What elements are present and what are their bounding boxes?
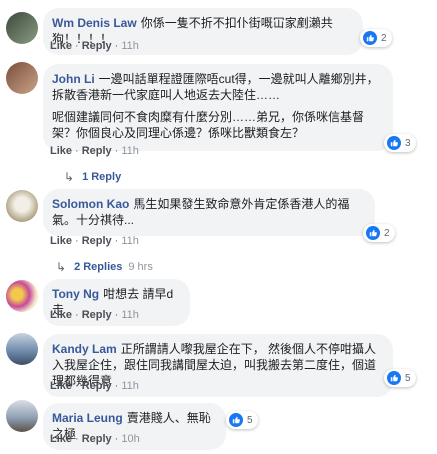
comment-actions: Like · Reply · 10h <box>50 433 140 445</box>
avatar[interactable] <box>6 12 38 44</box>
commenter-name[interactable]: Tony Ng <box>52 287 99 301</box>
reply-arrow-icon: ↳ <box>64 170 75 184</box>
reaction-count[interactable]: 2 <box>363 224 395 242</box>
commenter-name[interactable]: Maria Leung <box>52 411 123 425</box>
reply-button[interactable]: Reply <box>82 40 112 52</box>
comment-actions: Like · Reply · 11h <box>50 309 139 321</box>
avatar[interactable] <box>6 190 38 222</box>
reply-button[interactable]: Reply <box>82 235 112 247</box>
reaction-count[interactable]: 2 <box>360 29 392 47</box>
thumbs-up-icon <box>387 136 401 150</box>
like-button[interactable]: Like <box>50 380 72 392</box>
avatar[interactable] <box>6 62 38 94</box>
separator: · <box>114 380 119 392</box>
like-button[interactable]: Like <box>50 40 72 52</box>
timestamp[interactable]: 11h <box>121 380 139 392</box>
comment-bubble: Solomon Kao 馬生如果發生致命意外肯定係香港人的福氣。十分祺待... <box>43 189 375 236</box>
like-button[interactable]: Like <box>50 309 72 321</box>
reply-button[interactable]: Reply <box>82 380 112 392</box>
comment-actions: Like · Reply · 11h <box>50 40 139 52</box>
timestamp[interactable]: 10h <box>121 433 139 445</box>
reaction-count[interactable]: 5 <box>226 411 258 429</box>
timestamp[interactable]: 11h <box>121 235 139 247</box>
reply-button[interactable]: Reply <box>82 145 112 157</box>
replies-timestamp: 9 hrs <box>128 261 153 273</box>
comment-bubble: John Li 一邊叫話單程證匯際唔cut得，一邊就叫人離鄉別井，拆散香港新一代家… <box>43 64 393 151</box>
timestamp[interactable]: 11h <box>121 309 139 321</box>
separator: · <box>75 40 79 52</box>
reaction-count[interactable]: 3 <box>384 134 416 152</box>
separator: · <box>114 145 119 157</box>
comment-text: 一邊叫話單程證匯際唔cut得，一邊就叫人離鄉別井，拆散香港新一代家庭叫人地返去大… <box>52 72 379 102</box>
commenter-name[interactable]: Solomon Kao <box>52 197 129 211</box>
timestamp[interactable]: 11h <box>121 145 139 157</box>
reply-button[interactable]: Reply <box>82 433 112 445</box>
separator: · <box>114 40 119 52</box>
separator: · <box>75 433 79 445</box>
separator: · <box>114 309 119 321</box>
avatar[interactable] <box>6 280 38 312</box>
separator: · <box>75 309 79 321</box>
like-button[interactable]: Like <box>50 145 72 157</box>
timestamp[interactable]: 11h <box>121 40 139 52</box>
separator: · <box>75 145 79 157</box>
comment-text-continued: 呢個建議同何不食肉糜有什麼分別……弟兄，你係咪信基督架？你個良心及同理心係邊？係… <box>52 110 365 140</box>
separator: · <box>75 380 79 392</box>
comment-actions: Like · Reply · 11h <box>50 145 139 157</box>
comment-paragraph: John Li 一邊叫話單程證匯際唔cut得，一邊就叫人離鄉別井，拆散香港新一代家… <box>52 71 382 103</box>
thumbs-up-icon <box>363 31 377 45</box>
reply-button[interactable]: Reply <box>82 309 112 321</box>
separator: · <box>114 235 119 247</box>
view-replies-link[interactable]: ↳ 1 Reply <box>64 170 121 184</box>
commenter-name[interactable]: John Li <box>52 72 95 86</box>
thumbs-up-icon <box>366 226 380 240</box>
commenter-name[interactable]: Wm Denis Law <box>52 16 137 30</box>
avatar[interactable] <box>6 400 38 432</box>
separator: · <box>114 433 119 445</box>
comment-actions: Like · Reply · 11h <box>50 380 139 392</box>
comment-actions: Like · Reply · 11h <box>50 235 139 247</box>
reply-arrow-icon: ↳ <box>56 260 67 274</box>
separator: · <box>75 235 79 247</box>
thumbs-up-icon <box>229 413 243 427</box>
commenter-name[interactable]: Kandy Lam <box>52 342 117 356</box>
like-button[interactable]: Like <box>50 235 72 247</box>
view-replies-link[interactable]: ↳ 2 Replies 9 hrs <box>56 260 153 274</box>
like-button[interactable]: Like <box>50 433 72 445</box>
reaction-count[interactable]: 5 <box>384 369 416 387</box>
avatar[interactable] <box>6 333 38 365</box>
thumbs-up-icon <box>387 371 401 385</box>
